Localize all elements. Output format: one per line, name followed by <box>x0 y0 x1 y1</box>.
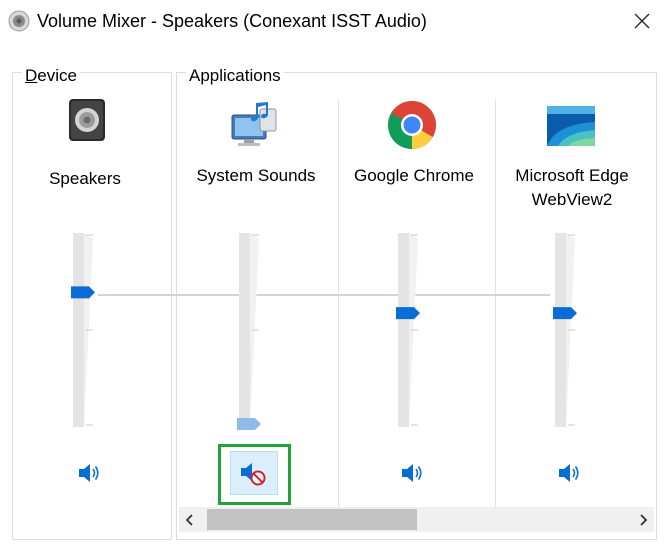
speaker-icon <box>8 10 30 32</box>
mute-button-speakers[interactable] <box>74 457 106 489</box>
column-separator <box>338 99 339 509</box>
chevron-left-icon <box>185 513 193 526</box>
slider-track <box>239 233 250 427</box>
slider-thumb <box>71 286 95 299</box>
speaker-muted-icon <box>241 463 266 486</box>
volume-slider-google-chrome[interactable] <box>396 231 420 431</box>
mute-button-system-sounds[interactable] <box>238 457 270 489</box>
scroll-left-button[interactable] <box>179 507 201 532</box>
slider-track <box>555 233 566 427</box>
scroll-right-button[interactable] <box>632 507 654 532</box>
chrome-icon <box>387 100 437 150</box>
applications-group-label: Applications <box>186 66 284 86</box>
system-sounds-icon <box>231 102 277 146</box>
channel-name-speakers: Speakers <box>49 169 121 188</box>
speaker-on-icon <box>559 464 579 482</box>
channel-name-microsoft-edge-webview2: Microsoft Edge WebView2 <box>515 166 629 209</box>
speaker-device-icon <box>69 99 105 141</box>
close-button[interactable] <box>629 8 655 34</box>
slider-thumb <box>553 307 577 320</box>
speaker-on-icon <box>79 464 99 482</box>
mute-button-google-chrome[interactable] <box>397 457 429 489</box>
title-bar: Volume Mixer - Speakers (Conexant ISST A… <box>0 0 671 44</box>
slider-track <box>398 233 409 427</box>
slider-track <box>73 233 84 427</box>
master-level-line <box>98 294 550 296</box>
chevron-right-icon <box>640 513 648 526</box>
channel-name-system-sounds: System Sounds <box>196 166 316 185</box>
column-separator <box>495 99 496 509</box>
volume-slider-system-sounds[interactable] <box>237 231 261 431</box>
slider-thumb <box>237 418 261 430</box>
channel-name-google-chrome: Google Chrome <box>353 166 474 185</box>
scrollbar-thumb[interactable] <box>207 509 417 530</box>
mute-button-microsoft-edge-webview2[interactable] <box>554 457 586 489</box>
close-icon <box>634 13 650 29</box>
horizontal-scrollbar[interactable] <box>179 507 654 532</box>
speaker-on-icon <box>402 464 422 482</box>
volume-slider-microsoft-edge-webview2[interactable] <box>553 231 577 431</box>
slider-thumb <box>396 307 420 320</box>
device-group-label: Device <box>22 66 80 86</box>
window-title: Volume Mixer - Speakers (Conexant ISST A… <box>37 11 427 31</box>
edge-webview-icon <box>547 106 595 146</box>
volume-slider-speakers[interactable] <box>71 231 95 431</box>
